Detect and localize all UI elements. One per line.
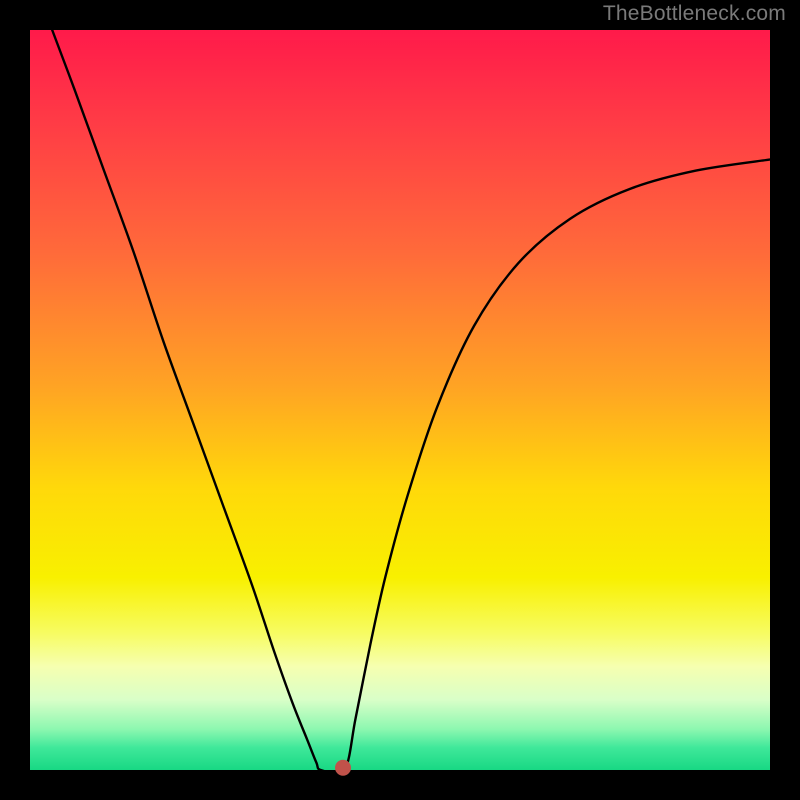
bottleneck-chart — [0, 0, 800, 800]
chart-frame: TheBottleneck.com — [0, 0, 800, 800]
watermark-text: TheBottleneck.com — [603, 2, 786, 26]
plot-background — [30, 30, 770, 770]
optimum-marker — [335, 760, 351, 776]
